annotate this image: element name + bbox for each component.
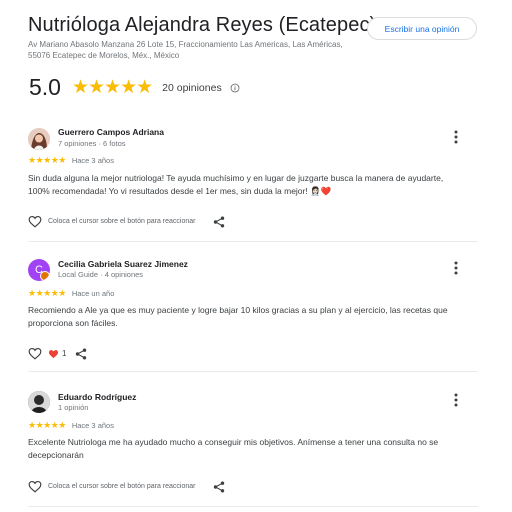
review-date: Hace 3 años (71, 156, 114, 165)
reviewer-name[interactable]: Cecilia Gabriela Suarez Jimenez (58, 259, 188, 269)
reviewer-meta: 7 opiniones · 6 fotos (58, 139, 126, 148)
divider (28, 506, 478, 507)
rating-stars: ★★★★★ (71, 77, 153, 98)
heart-icon[interactable] (28, 215, 42, 228)
review-date: Hace un año (71, 289, 115, 298)
more-options-icon[interactable] (449, 129, 463, 145)
review-text: Recomiendo a Ale ya que es muy paciente … (28, 305, 448, 328)
review-rating-line: ★★★★★ Hace un año (28, 288, 114, 299)
heart-icon[interactable] (28, 480, 42, 493)
review-text: Excelente Nutriologa me ha ayudado mucho… (28, 437, 439, 460)
review-card: Eduardo Rodríguez 1 opinión ★★★★★ Hace 3… (0, 386, 512, 510)
reaction-bar: Coloca el cursor sobre el botón para rea… (28, 480, 225, 493)
reviewer-meta: Local Guide · 4 opiniones (58, 270, 144, 279)
share-icon[interactable] (213, 481, 225, 493)
red-heart-reaction-icon[interactable] (48, 349, 59, 359)
info-icon[interactable] (230, 83, 240, 93)
review-card: C Cecilia Gabriela Suarez Jimenez Local … (0, 254, 512, 378)
review-stars: ★★★★★ (28, 155, 66, 165)
reaction-bar: Coloca el cursor sobre el botón para rea… (28, 215, 225, 228)
avatar[interactable] (28, 391, 50, 413)
more-options-icon[interactable] (449, 260, 463, 276)
place-title: Nutrióloga Alejandra Reyes (Ecatepec) (28, 14, 377, 36)
divider (28, 371, 478, 372)
avatar[interactable]: C (28, 259, 50, 281)
reviewer-name[interactable]: Eduardo Rodríguez (58, 392, 136, 402)
review-date: Hace 3 años (71, 421, 114, 430)
place-address: Av Mariano Abasolo Manzana 26 Lote 15, F… (28, 40, 343, 60)
rating-summary: 5.0 ★★★★★ 20 opiniones (29, 74, 240, 101)
avatar[interactable] (28, 128, 50, 150)
user-photo-icon (28, 128, 50, 150)
reviewer-name[interactable]: Guerrero Campos Adriana (58, 127, 164, 137)
react-hint: Coloca el cursor sobre el botón para rea… (48, 483, 196, 490)
average-rating: 5.0 (29, 74, 61, 100)
review-text: Sin duda alguna la mejor nutriologa! Te … (28, 173, 444, 196)
review-stars: ★★★★★ (28, 420, 66, 430)
review-count: 20 opiniones (162, 81, 222, 94)
share-icon[interactable] (213, 216, 225, 228)
review-stars: ★★★★★ (28, 288, 66, 298)
write-review-button[interactable]: Escribir una opinión (367, 17, 477, 40)
reaction-count: 1 (62, 349, 67, 358)
share-icon[interactable] (75, 348, 87, 360)
review-rating-line: ★★★★★ Hace 3 años (28, 155, 114, 166)
more-options-icon[interactable] (449, 392, 463, 408)
review-card: Guerrero Campos Adriana 7 opiniones · 6 … (0, 124, 512, 248)
reviewer-meta: 1 opinión (58, 403, 89, 412)
local-guide-badge-icon (40, 271, 50, 281)
user-photo-icon (28, 391, 50, 413)
reaction-bar: 1 (28, 347, 87, 360)
react-hint: Coloca el cursor sobre el botón para rea… (48, 218, 196, 225)
heart-icon[interactable] (28, 347, 42, 360)
review-rating-line: ★★★★★ Hace 3 años (28, 420, 114, 431)
divider (28, 241, 478, 242)
